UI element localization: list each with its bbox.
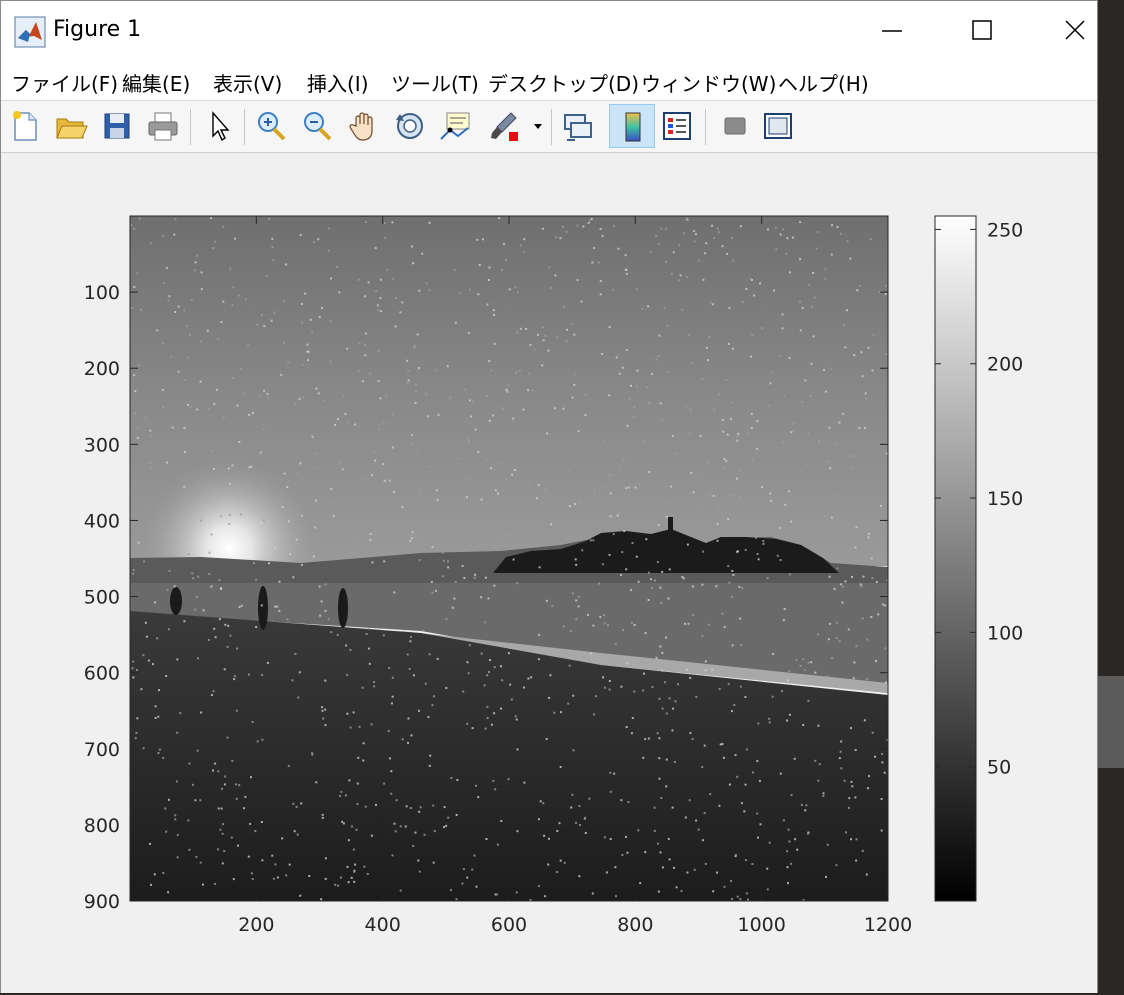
zoom-in-button[interactable] [251,104,291,148]
figure-window: Figure 1 ファイル(F) 編集(E) 表示(V) 挿入(I) ツール(T… [0,0,1098,993]
window-title: Figure 1 [53,17,142,42]
data-cursor-button[interactable] [434,104,474,148]
pan-hand-icon [349,112,373,141]
pan-button[interactable] [343,104,383,148]
close-button[interactable] [1037,1,1099,61]
x-tick-label: 600 [491,914,527,936]
menu-view[interactable]: 表示(V) [213,68,282,97]
show-plot-tools-icon [764,113,792,139]
zoom-out-icon [304,112,332,141]
person-silhouette [258,586,268,630]
brush-button[interactable] [483,104,523,148]
x-tick-label: 1000 [737,914,785,936]
zoom-out-button[interactable] [297,104,337,148]
print-icon [148,112,178,141]
legend-button[interactable] [657,104,697,148]
new-figure-button[interactable] [5,104,45,148]
minimize-icon [882,30,902,32]
colorbar-tick-label: 100 [987,622,1023,644]
save-button[interactable] [97,104,137,148]
background-scrollbar [1098,676,1124,768]
y-tick-label: 300 [84,434,120,456]
new-figure-icon [13,111,37,141]
hide-plot-tools-icon [724,117,746,135]
y-tick-label: 500 [84,587,120,609]
plot-svg: 100 200 300 400 500 600 700 800 900 200 400 600 800… [84,215,1023,936]
maximize-button[interactable] [947,1,1017,61]
toolbar-separator [705,109,706,145]
print-button[interactable] [142,104,182,148]
minimize-button[interactable] [857,1,927,61]
menu-help[interactable]: ヘルプ(H) [778,68,869,97]
save-icon [104,113,130,139]
chevron-down-icon [534,124,542,129]
link-plot-button[interactable] [557,104,597,148]
brush-icon [491,112,518,141]
person-silhouette [170,587,182,615]
close-icon [1065,20,1085,40]
toolbar-separator [551,109,552,145]
menu-bar: ファイル(F) 編集(E) 表示(V) 挿入(I) ツール(T) デスクトップ(… [1,61,1097,101]
image-display[interactable] [130,216,890,901]
menu-edit[interactable]: 編集(E) [122,68,190,97]
hide-plot-tools-button[interactable] [713,104,753,148]
menu-window[interactable]: ウィンドウ(W) [641,68,776,97]
colorbar-tick-label: 250 [987,219,1023,241]
y-tick-label: 200 [84,358,120,380]
rotate-3d-icon [396,113,423,139]
background-window-strip [1098,0,1124,995]
colorbar-tick-label: 150 [987,488,1023,510]
toolbar-separator [244,109,245,145]
link-plot-icon [564,114,592,141]
y-tick-label: 800 [84,815,120,837]
colorbar-tick-label: 200 [987,354,1023,376]
maximize-icon [972,20,992,40]
colorbar-tick-label: 50 [987,757,1011,779]
x-tick-label: 400 [365,914,401,936]
pointer-icon [212,111,230,142]
y-tick-label: 700 [84,739,120,761]
figure-toolbar [1,101,1097,153]
zoom-in-icon [258,112,286,141]
x-tick-label: 800 [617,914,653,936]
rotate-3d-button[interactable] [389,104,429,148]
menu-desktop[interactable]: デスクトップ(D) [488,68,639,97]
toolbar-separator [190,109,191,145]
colorbar-icon [625,112,641,142]
edit-plot-button[interactable] [199,104,239,148]
menu-insert[interactable]: 挿入(I) [307,68,369,97]
show-plot-tools-button[interactable] [757,104,797,148]
title-bar[interactable]: Figure 1 [1,1,1097,61]
y-tick-label: 100 [84,282,120,304]
menu-file[interactable]: ファイル(F) [11,68,118,97]
data-cursor-icon [440,112,470,140]
y-tick-label: 400 [84,510,120,532]
y-tick-label: 900 [84,891,120,913]
y-tick-label: 600 [84,663,120,685]
x-tick-label: 1200 [864,914,912,936]
person-silhouette [338,588,348,628]
lighthouse [668,517,673,535]
x-tick-label: 200 [238,914,274,936]
open-button[interactable] [50,104,90,148]
figure-canvas: 100 200 300 400 500 600 700 800 900 200 400 600 800… [1,153,1097,993]
colorbar-button[interactable] [609,104,655,148]
open-folder-icon [56,118,88,139]
menu-tools[interactable]: ツール(T) [391,68,479,97]
matlab-logo-icon [14,16,46,48]
legend-icon [663,112,691,140]
brush-dropdown-button[interactable] [527,104,549,148]
colorbar[interactable] [934,215,977,902]
